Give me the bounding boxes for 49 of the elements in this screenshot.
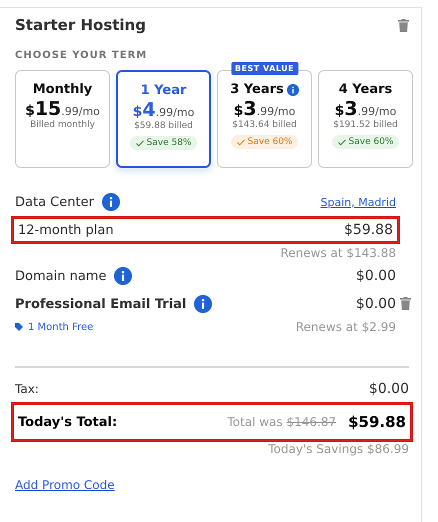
tax-amount: $0.00 (368, 381, 409, 397)
total-amount: $59.88 (348, 413, 406, 431)
plan-price: $3.99/mo (334, 98, 396, 120)
plan-name: 3 Years (230, 82, 284, 97)
plan-price: $4.99/mo (132, 99, 194, 121)
data-center-link[interactable]: Spain, Madrid (320, 196, 396, 208)
plan-price: $15.99/mo (25, 98, 100, 120)
check-icon (236, 138, 245, 146)
info-icon[interactable] (194, 295, 212, 313)
plan-price: $3.99/mo (234, 98, 296, 120)
line-label: Domain name (15, 268, 106, 284)
plan-name: 1 Year (140, 83, 186, 98)
plan-card[interactable]: 4 Years $3.99/mo $191.52 billed Save 60% (318, 70, 413, 168)
line-label: Professional Email Trial (15, 296, 186, 312)
line-amount: $59.88 (344, 222, 393, 238)
line-label: 12-month plan (18, 222, 114, 238)
total-label: Today's Total: (18, 414, 118, 430)
check-icon (338, 138, 346, 146)
plan-name: Monthly (32, 82, 92, 97)
tag-icon (15, 323, 23, 331)
plan-card[interactable]: Monthly $15.99/mo Billed monthly (15, 70, 110, 168)
renewal-price: Renews at $2.99 (296, 320, 396, 334)
billed-text: $191.52 billed (333, 120, 398, 130)
line-amount: $0.00 (356, 268, 396, 284)
trash-icon[interactable] (400, 296, 411, 310)
info-icon[interactable] (102, 193, 120, 211)
savings-tag: Save 60% (332, 135, 400, 149)
line-amount: $0.00 (356, 296, 396, 312)
plan-card[interactable]: 1 Year $4.99/mo $59.88 billed Save 58% (116, 70, 211, 168)
tax-label: Tax: (15, 382, 39, 396)
check-icon (136, 140, 144, 146)
best-value-badge: BEST VALUE (230, 62, 298, 75)
renewal-price: Renews at $143.88 (280, 246, 396, 260)
savings-tag: Save 58% (130, 136, 198, 150)
savings-tag: Save 60% (230, 135, 298, 149)
previous-total: Total was $146.87 (227, 415, 336, 429)
info-icon[interactable] (114, 267, 132, 285)
free-month-tag: 1 Month Free (15, 322, 94, 332)
savings-text: Today's Savings $86.99 (267, 442, 409, 456)
billed-text: $143.64 billed (232, 120, 297, 130)
promo-code-link[interactable]: Add Promo Code (15, 478, 115, 492)
trash-icon[interactable] (398, 18, 409, 32)
product-title: Starter Hosting (15, 16, 146, 34)
info-icon[interactable] (286, 84, 299, 96)
billed-text: $59.88 billed (134, 121, 193, 131)
billed-text: Billed monthly (30, 120, 95, 130)
term-heading: CHOOSE YOUR TERM (15, 50, 148, 61)
plan-name: 4 Years (338, 82, 392, 97)
line-label: Data Center (15, 194, 94, 210)
